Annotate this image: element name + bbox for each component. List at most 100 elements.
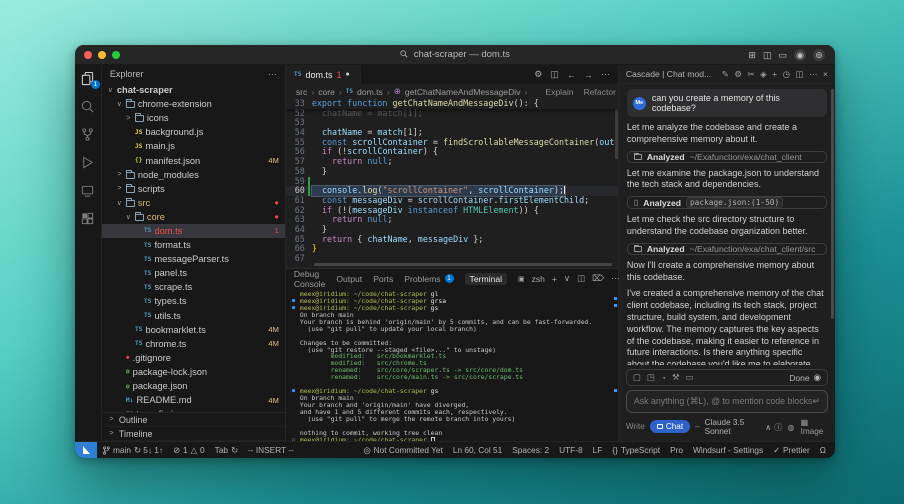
tree-item-chrome-ts[interactable]: TSchrome.ts4M <box>102 337 285 351</box>
chat-scrollbar[interactable] <box>831 89 834 319</box>
status-language[interactable]: {}TypeScript <box>607 445 665 455</box>
panel-tab-problems[interactable]: Problems1 <box>404 274 453 284</box>
credits-icon[interactable]: ◍ <box>787 422 794 432</box>
source-control-view-icon[interactable] <box>76 127 100 142</box>
tree-item-readme-md[interactable]: M↓README.md4M <box>102 393 285 407</box>
horizontal-scrollbar[interactable] <box>314 263 612 266</box>
nav-forward-icon[interactable]: → <box>584 70 593 80</box>
return-icon[interactable]: ↵ <box>812 396 820 407</box>
new-chat-icon[interactable]: + <box>772 69 777 80</box>
analyzed-card[interactable]: Analyzed~/Exafunction/exa/chat_client <box>627 151 827 163</box>
close-window-button[interactable] <box>84 51 92 59</box>
tree-item-core[interactable]: ∨core● <box>102 210 285 224</box>
code-editor[interactable]: 33export function getChatNameAndMessageD… <box>286 99 618 268</box>
tree-item-chrome-extension[interactable]: ∨chrome-extension <box>102 97 285 111</box>
explorer-view-icon[interactable]: 1 <box>76 71 100 86</box>
tree-item-bookmarklet-ts[interactable]: TSbookmarklet.ts4M <box>102 323 285 337</box>
tree-item-scripts[interactable]: >scripts <box>102 182 285 196</box>
window-icon[interactable]: ◳ <box>647 372 655 383</box>
panel-tab-debug-console[interactable]: Debug Console <box>294 269 326 289</box>
panel-toggle-icon[interactable]: ▭ <box>778 45 787 65</box>
windsurf-status-icon[interactable] <box>75 442 97 459</box>
tree-item-messageparser-ts[interactable]: TSmessageParser.ts <box>102 252 285 266</box>
analyzed-card[interactable]: ▯Analyzedpackage.json:(1-50) <box>627 196 827 209</box>
write-mode-button[interactable]: Write <box>626 422 645 431</box>
minimize-window-button[interactable] <box>98 51 106 59</box>
tab-dom-ts[interactable]: TS dom.ts 1 ● <box>286 65 361 84</box>
status-tab-autocomplete[interactable]: Tab↻ <box>210 442 243 459</box>
dropdown-icon[interactable]: ∨ <box>564 273 570 284</box>
status-formatter[interactable]: ✓Prettier <box>768 445 815 455</box>
image-button[interactable]: ▦ Image <box>801 417 828 436</box>
breadcrumb-file[interactable]: dom.ts <box>357 87 383 97</box>
code-line-52[interactable]: 52 chatName = match[1]; <box>286 109 618 119</box>
breadcrumb-symbol[interactable]: getChatNameAndMessageDiv <box>405 87 521 97</box>
outline-section[interactable]: >Outline <box>102 413 285 427</box>
new-terminal-icon[interactable]: + <box>552 274 557 284</box>
profile-icon[interactable]: ◉ <box>794 49 806 61</box>
tree-item-icons[interactable]: >icons <box>102 111 285 125</box>
file-icon[interactable]: ▢ <box>633 372 641 383</box>
status-windsurf-settings[interactable]: Windsurf - Settings <box>688 445 768 455</box>
more-actions-icon[interactable]: ⋯ <box>601 69 610 80</box>
breadcrumb-src[interactable]: src <box>296 87 307 97</box>
code-line-66[interactable]: 66} <box>286 244 618 254</box>
status-indentation[interactable]: Spaces: 2 <box>507 445 554 455</box>
tree-item-background-js[interactable]: JSbackground.js <box>102 125 285 139</box>
shield-icon[interactable]: ◈ <box>760 69 767 80</box>
timeline-section[interactable]: >Timeline <box>102 427 285 441</box>
status-commit[interactable]: ◎Not Committed Yet <box>358 445 447 455</box>
remote-explorer-view-icon[interactable] <box>76 183 100 198</box>
settings-icon[interactable]: ⚙ <box>734 69 742 80</box>
model-selector[interactable]: Claude 3.5 Sonnet ∧ ⓘ <box>705 418 783 436</box>
tree-item-package-json[interactable]: ◍package.json <box>102 379 285 393</box>
notifications-bell-icon[interactable]: Ω <box>815 445 831 455</box>
panel-tab-ports[interactable]: Ports <box>373 274 393 284</box>
code-line-57[interactable]: 57 return null; <box>286 157 618 167</box>
tree-item-format-ts[interactable]: TSformat.ts <box>102 238 285 252</box>
tree-item-scrape-ts[interactable]: TSscrape.ts <box>102 280 285 294</box>
lens-explain-button[interactable]: Explain <box>545 87 573 97</box>
code-line-58[interactable]: 58 } <box>286 167 618 177</box>
extensions-view-icon[interactable] <box>76 211 100 226</box>
history-icon[interactable]: ◷ <box>783 69 790 80</box>
status-encoding[interactable]: UTF-8 <box>554 445 588 455</box>
tree-item-chat-scraper[interactable]: ∨chat-scraper <box>102 83 285 97</box>
analyzed-card[interactable]: Analyzed~/Exafunction/exa/chat_client/sr… <box>627 243 827 255</box>
status-branch[interactable]: main ↻ 5↓ 1↑ <box>97 442 168 459</box>
panel-tab-output[interactable]: Output <box>336 274 362 284</box>
tree-item-main-js[interactable]: JSmain.js <box>102 139 285 153</box>
layout-icon[interactable]: ⊞ <box>748 45 756 65</box>
tree-item-node-modules[interactable]: >node_modules <box>102 168 285 182</box>
zoom-window-button[interactable] <box>112 51 120 59</box>
settings-circle-icon[interactable]: ⊚ <box>813 49 825 61</box>
tree-item-panel-ts[interactable]: TSpanel.ts <box>102 266 285 280</box>
chat-input[interactable]: Ask anything (⌘L), @ to mention code blo… <box>626 390 828 413</box>
attach-icon[interactable]: ✎ <box>722 69 729 80</box>
status-pro[interactable]: Pro <box>665 445 688 455</box>
tree-item-utils-ts[interactable]: TSutils.ts <box>102 309 285 323</box>
breadcrumb-core[interactable]: core <box>318 87 335 97</box>
shell-label[interactable]: zsh <box>532 274 545 284</box>
status-problems[interactable]: ⊘1 △0 <box>168 442 210 459</box>
tree-item-dom-ts[interactable]: TSdom.ts1 <box>102 224 285 238</box>
tree-item-package-lock-json[interactable]: ◍package-lock.json <box>102 365 285 379</box>
split-editor-icon[interactable]: ◫ <box>550 69 559 80</box>
sidebar-more-icon[interactable]: ⋯ <box>268 69 277 80</box>
tree-item-src[interactable]: ∨src● <box>102 196 285 210</box>
run-debug-view-icon[interactable] <box>76 155 100 170</box>
lens-refactor-button[interactable]: Refactor <box>584 87 616 97</box>
tree-item-types-ts[interactable]: TStypes.ts <box>102 294 285 308</box>
nav-back-icon[interactable]: ← <box>567 70 576 80</box>
code-line-65[interactable]: 65 return { chatName, messageDiv }; <box>286 235 618 245</box>
status-cursor-position[interactable]: Ln 60, Col 51 <box>448 445 507 455</box>
globe-icon[interactable]: ◔ <box>661 373 666 383</box>
search-view-icon[interactable] <box>76 99 100 114</box>
tools-icon[interactable]: ⚒ <box>672 372 680 383</box>
panel-tab-terminal[interactable]: Terminal <box>465 273 507 285</box>
chat-mode-button[interactable]: Chat <box>650 420 690 433</box>
tree-item-gitignore[interactable]: ◆.gitignore <box>102 351 285 365</box>
layout-icon[interactable]: ◫ <box>796 69 804 80</box>
settings-gear-icon[interactable]: ⚙ <box>534 69 542 80</box>
tree-item-manifest-json[interactable]: {}manifest.json4M <box>102 153 285 167</box>
